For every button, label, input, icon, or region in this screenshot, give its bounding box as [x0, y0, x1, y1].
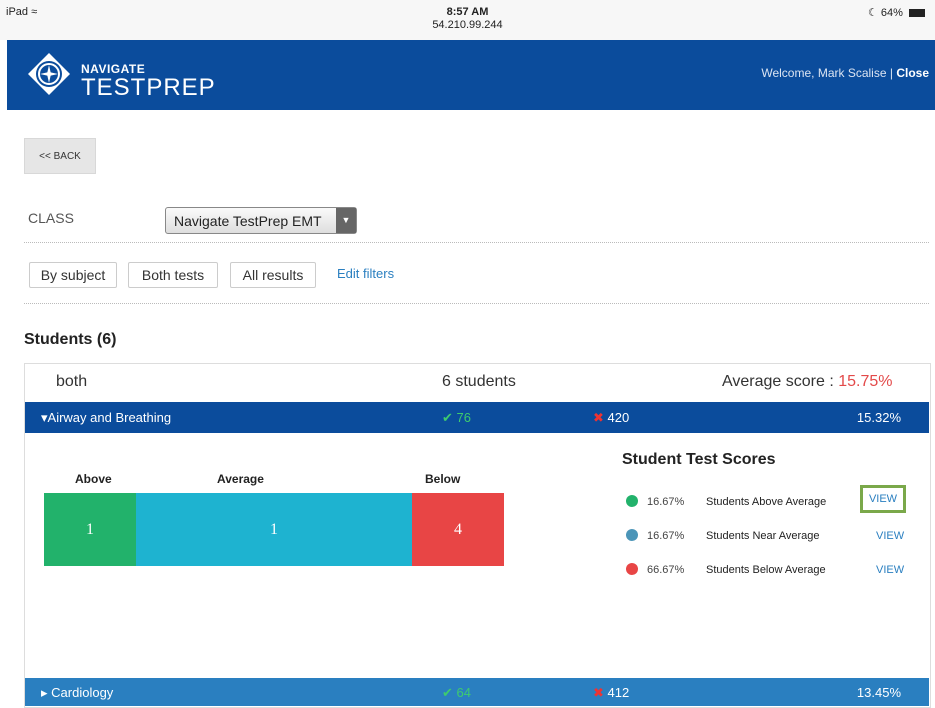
- status-center: 8:57 AM 54.210.99.244: [0, 6, 935, 32]
- green-dot-icon: [626, 495, 638, 507]
- red-dot-icon: [626, 563, 638, 575]
- caret-right-icon: ▸: [41, 685, 48, 700]
- battery-status: ☾ 64%: [868, 6, 925, 19]
- average-label: Average: [217, 472, 264, 486]
- incorrect-count: ✖ 420: [593, 410, 630, 425]
- class-label: CLASS: [28, 210, 74, 226]
- ip-address: 54.210.99.244: [432, 19, 503, 31]
- close-link[interactable]: Close: [896, 66, 929, 80]
- edit-filters-link[interactable]: Edit filters: [337, 266, 394, 281]
- x-icon: ✖: [593, 410, 604, 425]
- above-label: Above: [75, 472, 112, 486]
- subject-name: ▾Airway and Breathing: [41, 410, 172, 425]
- view-above-button[interactable]: VIEW: [860, 485, 906, 513]
- divider: [24, 303, 929, 304]
- check-icon: ✔: [442, 410, 453, 425]
- scores-title: Student Test Scores: [622, 451, 776, 468]
- subject-row-cardiology[interactable]: ▸ Cardiology ✔ 64 ✖ 412 13.45%: [25, 678, 929, 706]
- segment-average[interactable]: 1: [136, 493, 412, 566]
- above-percent: 16.67%: [647, 496, 685, 508]
- welcome-area: Welcome, Mark Scalise | Close: [761, 66, 929, 80]
- battery-icon: [909, 9, 925, 18]
- moon-icon: ☾: [867, 7, 878, 19]
- summary-test: both: [56, 373, 88, 390]
- blue-dot-icon: [626, 529, 638, 541]
- correct-count: ✔ 64: [442, 685, 471, 700]
- below-percent: 66.67%: [647, 564, 685, 576]
- average-value: 15.75%: [838, 373, 893, 390]
- x-icon: ✖: [593, 685, 604, 700]
- battery-percent: 64%: [880, 7, 903, 19]
- near-label-text: Students Near Average: [706, 530, 820, 542]
- below-label-text: Students Below Average: [706, 564, 826, 576]
- correct-count: ✔ 76: [442, 410, 471, 425]
- incorrect-count: ✖ 412: [593, 685, 630, 700]
- dropdown-arrow-icon: ▼: [336, 208, 356, 233]
- filter-both-tests[interactable]: Both tests: [128, 262, 218, 288]
- filter-by-subject[interactable]: By subject: [29, 262, 117, 288]
- summary-average: Average score : 15.75%: [722, 373, 892, 391]
- view-below-button[interactable]: VIEW: [876, 564, 904, 576]
- subject-percent: 15.32%: [856, 410, 901, 425]
- logo-testprep: TESTPREP: [81, 74, 216, 101]
- segment-below[interactable]: 4: [412, 493, 504, 566]
- status-bar: iPad ≈ 8:57 AM 54.210.99.244 ☾ 64%: [0, 0, 935, 40]
- above-label-text: Students Above Average: [706, 496, 827, 508]
- class-select-value: Navigate TestPrep EMT: [174, 213, 322, 229]
- back-button[interactable]: << BACK: [24, 138, 96, 174]
- compass-logo-icon: [28, 53, 70, 95]
- filter-all-results[interactable]: All results: [230, 262, 316, 288]
- clock: 8:57 AM: [446, 6, 489, 18]
- subject-row-airway[interactable]: ▾Airway and Breathing ✔ 76 ✖ 420 15.32%: [25, 402, 929, 433]
- welcome-text: Welcome, Mark Scalise: [761, 66, 887, 80]
- class-select[interactable]: Navigate TestPrep EMT ▼: [165, 207, 357, 234]
- subject-name: ▸ Cardiology: [41, 685, 114, 700]
- view-near-button[interactable]: VIEW: [876, 530, 904, 542]
- divider: [24, 242, 929, 243]
- app-header: NAVIGATE TESTPREP Welcome, Mark Scalise …: [7, 40, 935, 110]
- segment-above[interactable]: 1: [44, 493, 136, 566]
- below-label: Below: [425, 472, 461, 486]
- check-icon: ✔: [442, 685, 453, 700]
- summary-students: 6 students: [442, 373, 516, 390]
- average-label: Average score :: [722, 373, 839, 390]
- near-percent: 16.67%: [647, 530, 685, 542]
- students-title: Students (6): [24, 331, 117, 348]
- subject-percent: 13.45%: [856, 685, 901, 700]
